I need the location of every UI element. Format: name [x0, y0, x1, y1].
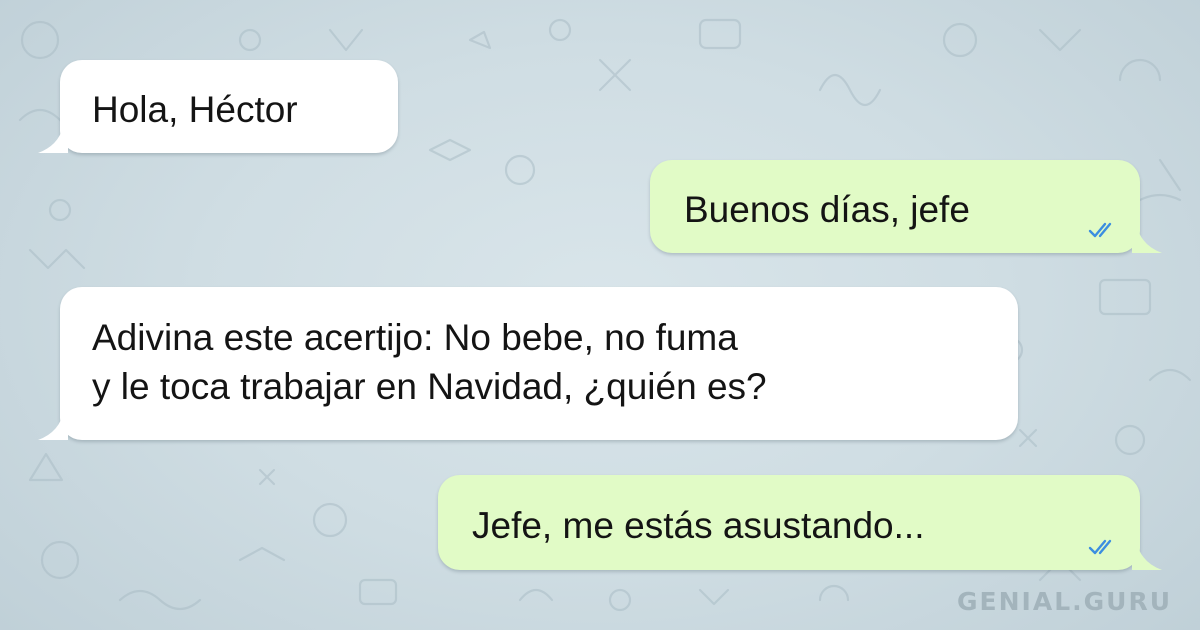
message-text: Adivina este acertijo: No bebe, no fuma …	[92, 317, 767, 407]
watermark-logo: GENIAL.GURU	[957, 587, 1172, 616]
bubble-tail	[38, 123, 68, 153]
message-text: Buenos días, jefe	[684, 189, 970, 230]
message-bubble-incoming[interactable]: Hola, Héctor	[38, 60, 398, 153]
message-text: Hola, Héctor	[92, 89, 298, 130]
bubble-tail	[38, 410, 68, 440]
bubble-tail	[1132, 223, 1162, 253]
message-bubble-outgoing[interactable]: Buenos días, jefe	[650, 160, 1162, 253]
double-check-icon	[1088, 222, 1112, 238]
message-text: Jefe, me estás asustando...	[472, 505, 925, 546]
message-bubble-outgoing[interactable]: Jefe, me estás asustando...	[438, 475, 1162, 570]
bubble-tail	[1132, 540, 1162, 570]
message-bubble-incoming[interactable]: Adivina este acertijo: No bebe, no fuma …	[38, 287, 1018, 440]
double-check-icon	[1088, 539, 1112, 555]
